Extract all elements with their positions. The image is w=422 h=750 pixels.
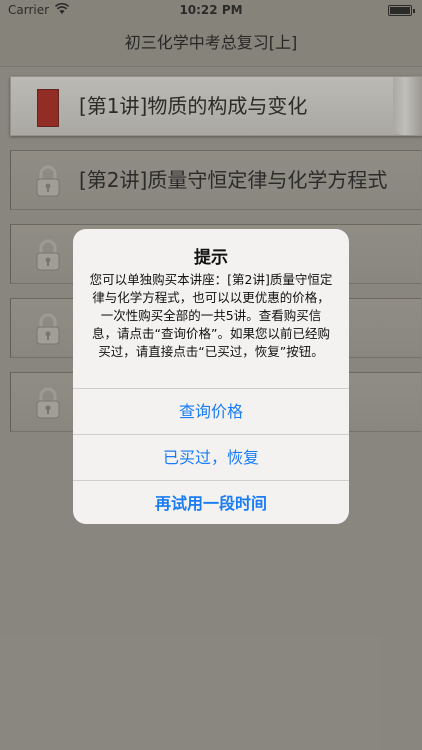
alert-message: 您可以单独购买本讲座：[第2讲]质量守恒定律与化学方程式，也可以以更优惠的价格，…	[89, 272, 333, 359]
alert-title: 提示	[194, 248, 228, 268]
alert-dialog: 提示 您可以单独购买本讲座：[第2讲]质量守恒定律与化学方程式，也可以以更优惠的…	[73, 229, 349, 524]
restore-purchase-button[interactable]: 已买过，恢复	[73, 434, 349, 480]
continue-trial-button[interactable]: 再试用一段时间	[73, 480, 349, 524]
check-price-button[interactable]: 查询价格	[73, 388, 349, 434]
